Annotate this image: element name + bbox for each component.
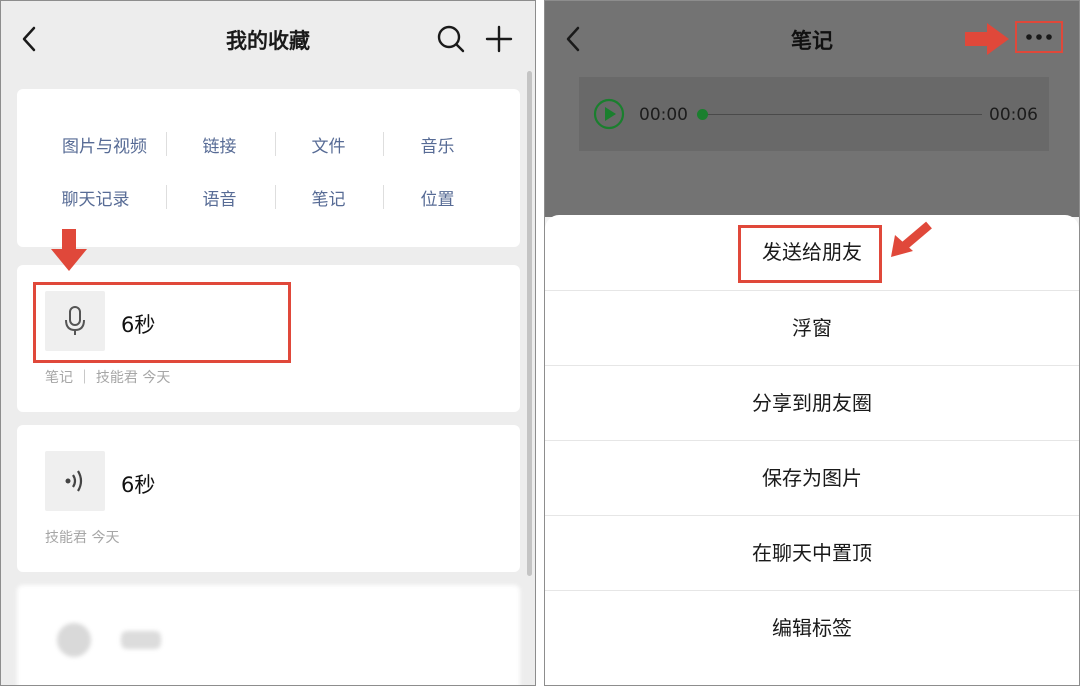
filter-photos-videos[interactable]: 图片与视频 <box>52 132 157 157</box>
search-icon[interactable] <box>436 24 466 54</box>
filter-chat-history[interactable]: 聊天记录 <box>43 185 148 210</box>
divider <box>383 132 384 156</box>
arrow-down-annotation <box>51 229 87 271</box>
favorites-header: 我的收藏 <box>1 1 535 73</box>
dimmed-overlay: 笔记 00:00 00:06 <box>545 1 1079 217</box>
category-filter-card: 图片与视频 链接 文件 音乐 聊天记录 语音 笔记 位置 <box>17 89 520 247</box>
favorite-item-blurred[interactable] <box>17 585 520 685</box>
play-icon[interactable] <box>593 98 625 130</box>
progress-track[interactable] <box>702 114 982 115</box>
audio-player: 00:00 00:06 <box>579 77 1049 151</box>
favorite-item-voice[interactable]: 6秒 技能君 今天 <box>17 425 520 572</box>
filter-music[interactable]: 音乐 <box>385 132 490 157</box>
voice-wave-icon <box>65 470 83 492</box>
filter-voice[interactable]: 语音 <box>167 185 272 210</box>
arrow-right-annotation <box>965 23 1009 55</box>
item-thumbnail <box>45 451 105 511</box>
favorites-screen: 我的收藏 图片与视频 链接 文件 音乐 聊天记录 语音 笔记 位置 6秒 笔记 … <box>0 0 536 686</box>
action-sheet: 发送给朋友 浮窗 分享到朋友圈 保存为图片 在聊天中置顶 编辑标签 <box>545 215 1079 685</box>
filter-files[interactable]: 文件 <box>276 132 381 157</box>
filter-links[interactable]: 链接 <box>167 132 272 157</box>
scrollbar[interactable] <box>527 71 532 576</box>
blurred-title <box>121 631 161 649</box>
filter-location[interactable]: 位置 <box>385 185 490 210</box>
menu-pin-in-chat[interactable]: 在聊天中置顶 <box>545 515 1079 591</box>
divider <box>383 185 384 209</box>
item-title: 6秒 <box>121 473 156 497</box>
blurred-thumbnail <box>57 623 91 657</box>
item-meta: 笔记 ｜ 技能君 今天 <box>45 370 171 386</box>
menu-floating-window[interactable]: 浮窗 <box>545 290 1079 366</box>
menu-save-as-image[interactable]: 保存为图片 <box>545 440 1079 516</box>
arrow-down-left-annotation <box>891 221 932 257</box>
progress-knob[interactable] <box>697 109 708 120</box>
filter-notes[interactable]: 笔记 <box>276 185 381 210</box>
item-meta: 技能君 今天 <box>45 530 120 546</box>
total-time: 00:06 <box>989 105 1038 125</box>
more-icon[interactable] <box>1023 31 1055 43</box>
menu-share-to-moments[interactable]: 分享到朋友圈 <box>545 365 1079 441</box>
menu-edit-tags[interactable]: 编辑标签 <box>545 590 1079 666</box>
current-time: 00:00 <box>639 105 688 125</box>
highlight-box <box>738 225 882 283</box>
highlight-box <box>33 282 291 363</box>
plus-icon[interactable] <box>484 24 514 54</box>
note-screen: 笔记 00:00 00:06 发送给朋友 浮窗 分享到朋友圈 保存为图片 在聊天… <box>544 0 1080 686</box>
